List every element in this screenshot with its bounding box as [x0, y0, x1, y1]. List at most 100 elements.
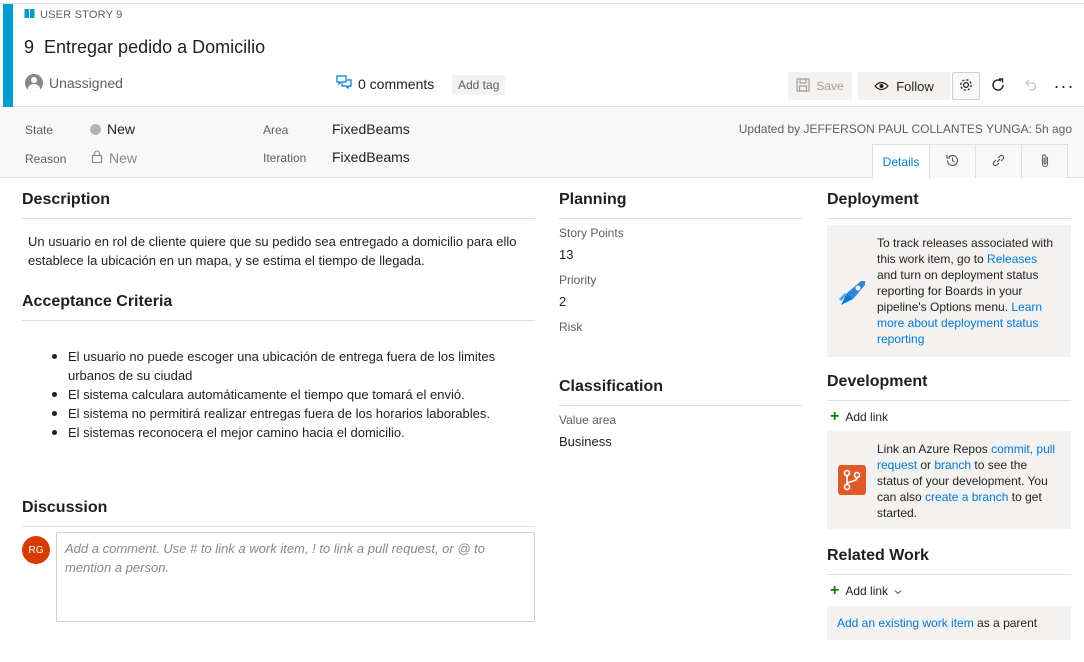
avatar: RG [22, 536, 50, 564]
attachment-icon [1039, 153, 1051, 171]
add-existing-work-item-link[interactable]: Add an existing work item [837, 616, 974, 630]
plus-icon: + [830, 408, 840, 425]
comment-input[interactable]: Add a comment. Use # to link a work item… [56, 532, 535, 622]
settings-button[interactable] [952, 72, 980, 100]
create-branch-link[interactable]: create a branch [925, 490, 1008, 504]
history-icon [945, 153, 960, 171]
save-icon [796, 77, 810, 95]
eye-icon [874, 79, 890, 94]
deployment-heading: Deployment [827, 191, 919, 208]
undo-button[interactable] [1016, 72, 1044, 100]
tab-attachments[interactable] [1021, 144, 1068, 178]
discussion-heading: Discussion [22, 499, 108, 516]
save-label: Save [816, 79, 844, 93]
criteria-item: El usuario no puede escoger una ubicació… [52, 347, 538, 385]
commit-link[interactable]: commit, [991, 442, 1033, 456]
comments-link[interactable]: 0 comments [336, 75, 434, 92]
releases-link[interactable]: Releases [987, 252, 1037, 266]
deployment-divider [827, 218, 1071, 219]
work-item-title[interactable]: 9 Entregar pedido a Domicilio [24, 37, 265, 58]
lock-icon [91, 150, 103, 166]
deployment-info-box: To track releases associated with this w… [827, 225, 1071, 357]
undo-icon [1023, 78, 1037, 95]
deployment-info-text: To track releases associated with this w… [877, 235, 1059, 347]
story-points-label: Story Points [559, 226, 624, 240]
rocket-pipelines-icon [837, 277, 869, 313]
iteration-label: Iteration [263, 151, 307, 165]
risk-label: Risk [559, 320, 583, 334]
reason-label: Reason [25, 152, 67, 166]
area-label: Area [263, 123, 289, 137]
state-field[interactable]: New [90, 121, 135, 137]
add-link-label: Add link [845, 410, 889, 424]
more-actions-button[interactable]: ··· [1050, 72, 1078, 100]
state-dot-icon [90, 123, 101, 135]
add-tag-button[interactable]: Add tag [452, 75, 506, 95]
state-value: New [107, 121, 136, 137]
classification-heading: Classification [559, 378, 664, 395]
tab-links[interactable] [975, 144, 1022, 178]
assignee-picker[interactable]: Unassigned [25, 74, 123, 92]
work-item-id: 9 [24, 37, 35, 57]
planning-divider [559, 218, 803, 219]
plus-icon: + [830, 582, 840, 599]
branch-link[interactable]: branch [934, 458, 971, 472]
criteria-item: El sistema no permitirá realizar entrega… [52, 404, 538, 423]
unassigned-avatar-icon [25, 74, 43, 92]
refresh-icon [990, 77, 1006, 96]
planning-heading: Planning [559, 191, 627, 208]
tab-history[interactable] [929, 144, 976, 178]
state-label: State [25, 123, 54, 137]
related-work-divider [827, 574, 1071, 575]
related-work-info-box: Add an existing work item as a parent [827, 606, 1071, 640]
acceptance-criteria-divider [22, 320, 535, 321]
work-item-type-color-bar [3, 4, 13, 107]
criteria-item: El sistema calculara automáticamente el … [52, 385, 538, 404]
work-item-type: USER STORY 9 [24, 8, 123, 22]
discussion-divider [22, 526, 535, 527]
book-icon [24, 8, 35, 22]
area-field[interactable]: FixedBeams [332, 121, 410, 137]
reason-field[interactable]: New [91, 150, 137, 166]
assignee-label: Unassigned [49, 75, 123, 91]
repo-branch-icon [838, 465, 866, 499]
link-icon [991, 153, 1006, 171]
comments-count: 0 comments [358, 75, 435, 92]
description-heading: Description [22, 191, 111, 208]
value-area-label: Value area [559, 413, 617, 427]
development-text-1: Link an Azure Repos [877, 442, 992, 456]
follow-button[interactable]: Follow [858, 72, 950, 100]
acceptance-criteria-heading: Acceptance Criteria [22, 293, 173, 310]
description-text[interactable]: Un usuario en rol de cliente quiere que … [28, 232, 538, 270]
criteria-item: El sistemas reconocera el mejor camino h… [52, 423, 538, 442]
related-add-link-button[interactable]: + Add link [830, 582, 902, 599]
story-points-field[interactable]: 13 [559, 247, 573, 262]
value-area-field[interactable]: Business [559, 434, 612, 449]
add-link-label: Add link [845, 584, 889, 598]
work-item-type-label: USER STORY 9 [40, 9, 123, 21]
development-info-text: Link an Azure Repos commit, pull request… [877, 441, 1059, 521]
development-divider [827, 400, 1071, 401]
iteration-field[interactable]: FixedBeams [332, 149, 410, 165]
development-add-link-button[interactable]: + Add link [830, 408, 889, 425]
priority-field[interactable]: 2 [559, 294, 566, 309]
work-item-title-text[interactable]: Entregar pedido a Domicilio [44, 37, 265, 58]
development-info-box: Link an Azure Repos commit, pull request… [827, 431, 1071, 529]
work-item-tabs: Details [872, 144, 1068, 179]
priority-label: Priority [559, 273, 597, 287]
updated-by-link[interactable]: Updated by JEFFERSON PAUL COLLANTES YUNG… [739, 122, 1072, 136]
chevron-down-icon [894, 584, 902, 598]
save-button[interactable]: Save [788, 72, 852, 100]
comment-icon [336, 75, 352, 92]
reason-value: New [109, 150, 138, 166]
refresh-button[interactable] [984, 72, 1012, 100]
related-work-heading: Related Work [827, 547, 929, 564]
gear-icon [958, 77, 974, 96]
acceptance-criteria-list[interactable]: El usuario no puede escoger una ubicació… [52, 347, 538, 442]
classification-divider [559, 405, 803, 406]
description-divider [22, 218, 535, 219]
development-text-or: or [917, 458, 935, 472]
follow-label: Follow [896, 78, 934, 94]
development-heading: Development [827, 373, 928, 390]
tab-details[interactable]: Details [872, 144, 930, 179]
